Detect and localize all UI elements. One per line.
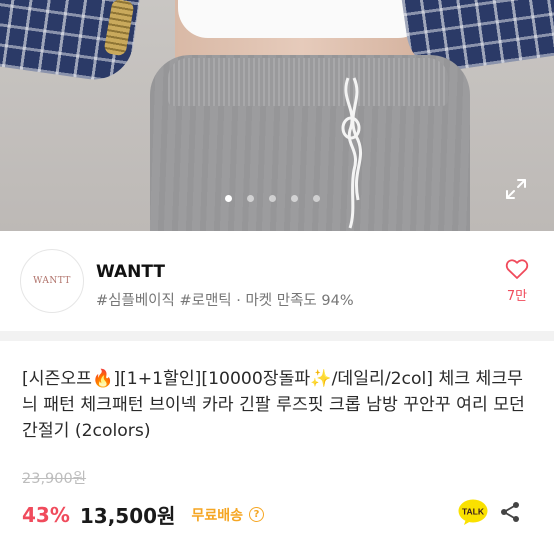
gallery-pagination: [225, 195, 320, 202]
like-count: 7만: [506, 289, 528, 304]
shop-logo: WANTT: [33, 276, 71, 286]
product-image[interactable]: [0, 0, 554, 231]
kakao-talk-label: TALK: [462, 507, 485, 517]
info-icon[interactable]: ?: [248, 507, 264, 522]
shop-avatar[interactable]: WANTT: [20, 249, 84, 313]
price-row: 43% 13,500원 무료배송 ?: [22, 500, 264, 529]
shop-info-row[interactable]: WANTT WANTT #심플베이직 #로맨틱 · 마켓 만족도 94% 7만: [0, 231, 554, 331]
share-icon[interactable]: [498, 500, 522, 524]
shop-name[interactable]: WANTT: [96, 262, 165, 282]
kakao-talk-icon[interactable]: TALK: [458, 499, 488, 526]
gallery-dot[interactable]: [291, 195, 298, 202]
expand-arrows-icon[interactable]: [505, 178, 527, 200]
photo-waistband: [168, 58, 448, 106]
free-shipping-label: 무료배송: [191, 507, 243, 524]
product-title: [시즌오프🔥][1+1할인][10000장돌파✨/데일리/2col] 체크 체크…: [22, 369, 525, 441]
gallery-dot[interactable]: [247, 195, 254, 202]
photo-drawstring: [341, 77, 363, 229]
gallery-dot[interactable]: [269, 195, 276, 202]
gallery-dot[interactable]: [313, 195, 320, 202]
gallery-dot[interactable]: [225, 195, 232, 202]
original-price: 23,900원: [22, 471, 87, 487]
discount-rate: 43%: [22, 502, 70, 527]
heart-outline-icon: [505, 259, 529, 279]
like-button[interactable]: 7만: [500, 258, 534, 304]
photo-crop-top: [178, 0, 428, 38]
sale-price: 13,500원: [79, 504, 176, 528]
section-divider: [0, 331, 554, 341]
shop-tags: #심플베이직 #로맨틱 · 마켓 만족도 94%: [96, 293, 354, 309]
